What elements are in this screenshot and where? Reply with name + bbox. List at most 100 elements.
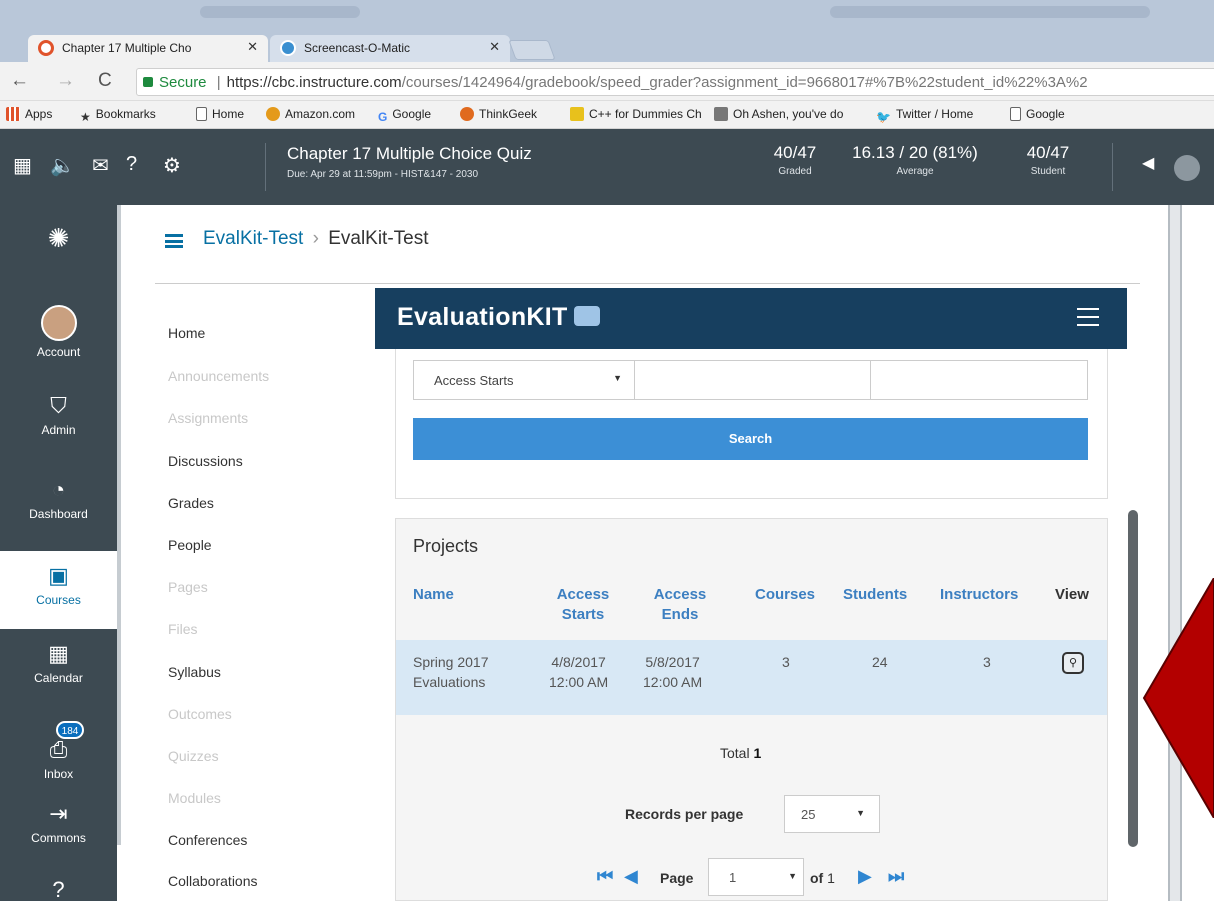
student-stat: 40/47 Student xyxy=(1026,143,1070,177)
close-tab-icon[interactable]: ✕ xyxy=(489,39,500,55)
column-header-students[interactable]: Students xyxy=(843,585,907,605)
course-nav-discussions[interactable]: Discussions xyxy=(168,453,243,469)
next-page-icon[interactable]: ▶ xyxy=(858,866,872,887)
course-nav-modules[interactable]: Modules xyxy=(168,790,221,806)
bookmark-home[interactable]: Home xyxy=(196,107,244,121)
cell-project-name: Spring 2017 Evaluations xyxy=(413,654,489,690)
help-icon: ? xyxy=(52,877,65,902)
course-nav-conferences[interactable]: Conferences xyxy=(168,832,247,848)
records-per-page-select[interactable]: 25 ▼ xyxy=(784,795,880,833)
bookmark-amazon[interactable]: Amazon.com xyxy=(266,107,355,121)
tab-screencast[interactable]: Screencast-O-Matic ✕ xyxy=(270,35,510,62)
nav-account[interactable]: Account xyxy=(0,305,117,359)
bookmark-google[interactable]: G Google xyxy=(378,107,431,124)
bookmark-google-2[interactable]: Google xyxy=(1010,107,1065,121)
calendar-icon: ▦ xyxy=(48,641,69,666)
cell-access-ends: 5/8/2017 12:00 AM xyxy=(643,654,703,690)
prev-student-icon[interactable]: ◀ xyxy=(1142,153,1154,173)
url-field[interactable]: Secure | https://cbc.instructure.com/cour… xyxy=(136,68,1214,96)
mute-icon[interactable]: 🔈 xyxy=(50,153,75,178)
course-nav-announcements[interactable]: Announcements xyxy=(168,368,269,384)
last-page-icon[interactable]: ⏭ xyxy=(888,866,904,887)
assignment-title[interactable]: Chapter 17 Multiple Choice Quiz xyxy=(287,144,532,164)
book-icon: ▣ xyxy=(48,563,69,588)
assignment-due: Due: Apr 29 at 11:59pm - HIST&147 - 2030 xyxy=(287,169,479,180)
star-icon: ★ xyxy=(80,110,91,124)
column-header-name[interactable]: Name xyxy=(413,585,454,605)
course-nav-assignments[interactable]: Assignments xyxy=(168,410,248,426)
column-header-view: View xyxy=(1055,586,1089,603)
bookmark-twitter[interactable]: 🐦 Twitter / Home xyxy=(876,107,973,124)
bookmark-oh-ashen[interactable]: Oh Ashen, you've do xyxy=(714,107,843,121)
nav-commons[interactable]: ⇥ Commons xyxy=(0,801,117,845)
course-nav-syllabus[interactable]: Syllabus xyxy=(168,664,221,680)
breadcrumb: EvalKit-Test › EvalKit-Test xyxy=(203,228,429,250)
inbox-icon: ⎙ xyxy=(49,737,68,762)
canvas-logo[interactable]: ✺ xyxy=(0,223,117,258)
bookmarks-bar: Apps ★ Bookmarks Home Amazon.com G Google … xyxy=(0,101,1214,129)
bookmark-thinkgeek[interactable]: ThinkGeek xyxy=(460,107,537,121)
nav-inbox[interactable]: 184 ⎙ Inbox xyxy=(0,721,117,781)
course-nav-quizzes[interactable]: Quizzes xyxy=(168,748,219,764)
nav-calendar[interactable]: ▦ Calendar xyxy=(0,641,117,685)
dummies-icon xyxy=(570,107,584,121)
shield-icon: ⛉ xyxy=(50,393,67,418)
column-header-courses[interactable]: Courses xyxy=(755,585,815,605)
reload-icon[interactable]: C xyxy=(98,70,112,92)
gear-icon[interactable]: ⚙ xyxy=(163,153,181,178)
filter-field-select[interactable]: Access Starts ▼ xyxy=(413,360,635,400)
back-icon[interactable]: ← xyxy=(10,70,29,92)
nav-admin[interactable]: ⛉ Admin xyxy=(0,393,117,437)
filter-from-input[interactable] xyxy=(634,360,871,400)
nav-courses[interactable]: ▣ Courses xyxy=(0,551,117,629)
cell-courses: 3 xyxy=(782,654,790,670)
column-header-access-starts[interactable]: Access Starts xyxy=(548,585,618,625)
course-nav-outcomes[interactable]: Outcomes xyxy=(168,706,232,722)
course-nav-pages[interactable]: Pages xyxy=(168,579,208,595)
header-separator xyxy=(265,143,266,191)
nav-dashboard[interactable]: ◔ Dashboard xyxy=(0,477,117,521)
annotation-arrow-icon xyxy=(1142,578,1214,818)
window-title-blur xyxy=(830,6,1150,18)
student-avatar-icon[interactable] xyxy=(1174,155,1200,181)
scrollbar-thumb[interactable] xyxy=(1128,510,1138,847)
course-nav-home[interactable]: Home xyxy=(168,325,205,341)
tab-chapter-17[interactable]: Chapter 17 Multiple Cho ✕ xyxy=(28,35,268,62)
graded-stat: 40/47 Graded xyxy=(773,143,817,177)
filter-to-input[interactable] xyxy=(870,360,1088,400)
close-tab-icon[interactable]: ✕ xyxy=(247,39,258,55)
help-icon[interactable]: ? xyxy=(126,153,137,176)
new-tab-button[interactable] xyxy=(508,40,556,60)
bookmark-apps[interactable]: Apps xyxy=(6,107,52,121)
course-nav-files[interactable]: Files xyxy=(168,621,198,637)
first-page-icon[interactable]: ⏮ xyxy=(597,866,613,887)
evalkit-menu-icon[interactable] xyxy=(1077,308,1099,332)
assignment-icon[interactable]: ✉ xyxy=(92,153,109,178)
bookmark-cpp-dummies[interactable]: C++ for Dummies Ch xyxy=(570,107,702,121)
course-nav-grades[interactable]: Grades xyxy=(168,495,214,511)
table-row[interactable] xyxy=(396,640,1107,715)
course-menu-toggle[interactable] xyxy=(165,234,183,248)
breadcrumb-course-link[interactable]: EvalKit-Test xyxy=(203,228,303,249)
forward-icon[interactable]: → xyxy=(56,70,75,92)
search-button[interactable]: Search xyxy=(413,418,1088,460)
page-of-total: of 1 xyxy=(810,870,835,886)
course-nav-people[interactable]: People xyxy=(168,537,212,553)
nav-divider xyxy=(117,205,121,845)
page-label: Page xyxy=(660,870,694,886)
dashboard-icon: ◔ xyxy=(51,477,66,502)
projects-title: Projects xyxy=(413,536,479,556)
chat-bubble-icon xyxy=(573,306,600,326)
prev-page-icon[interactable]: ◀ xyxy=(624,866,638,887)
url-host: https://cbc.instructure.com xyxy=(226,74,402,91)
column-header-access-ends[interactable]: Access Ends xyxy=(650,585,710,625)
column-header-instructors[interactable]: Instructors xyxy=(940,585,1018,605)
secure-label: Secure xyxy=(159,74,207,91)
bookmark-bookmarks[interactable]: ★ Bookmarks xyxy=(80,107,156,124)
nav-help[interactable]: ? xyxy=(0,877,117,907)
gradebook-icon[interactable]: ▦ xyxy=(13,153,32,178)
page-select[interactable]: 1 ▼ xyxy=(708,858,804,896)
view-project-icon[interactable]: ⚲ xyxy=(1062,652,1084,674)
dropdown-arrow-icon: ▼ xyxy=(788,871,797,881)
course-nav-collaborations[interactable]: Collaborations xyxy=(168,873,258,889)
